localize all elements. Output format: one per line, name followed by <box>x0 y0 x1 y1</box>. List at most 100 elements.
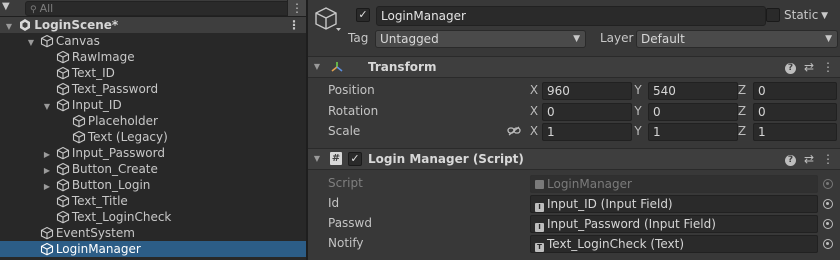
hierarchy-item-label: Text (Legacy) <box>87 130 168 144</box>
input-field-icon: I <box>535 203 544 212</box>
hierarchy-item-eventsystem[interactable]: EventSystem <box>0 225 306 241</box>
hierarchy-item-text-title[interactable]: Text_Title <box>0 193 306 209</box>
collapse-arrow-icon[interactable]: ▼ <box>312 57 322 77</box>
more-icon[interactable]: ⋮ <box>822 152 834 166</box>
layer-label: Layer <box>600 31 634 45</box>
rotation-y-axis: Y <box>634 104 642 118</box>
scale-z-input[interactable]: 1 <box>753 123 837 141</box>
gameobject-cube-icon <box>72 130 85 144</box>
gameobject-cube-icon <box>56 194 69 208</box>
gameobject-cube-icon <box>56 98 69 112</box>
scale-y-input[interactable]: 1 <box>648 123 738 141</box>
hierarchy-item-rawimage[interactable]: RawImage <box>0 49 306 65</box>
gameobject-large-icon <box>315 7 341 31</box>
id-object-field[interactable]: I Input_ID (Input Field) <box>530 195 818 213</box>
hierarchy-item-text-password[interactable]: Text_Password <box>0 81 306 97</box>
script-enabled-checkbox[interactable]: ✓ <box>348 152 362 166</box>
hierarchy-item-placeholder[interactable]: Placeholder <box>0 113 306 129</box>
position-x-input[interactable]: 960 <box>542 82 632 100</box>
position-label: Position <box>328 83 375 97</box>
gameobject-cube-icon <box>40 226 53 240</box>
hierarchy-item-loginmanager[interactable]: LoginManager <box>0 241 306 257</box>
rotation-x-input[interactable]: 0 <box>542 103 632 121</box>
script-label: Script <box>328 176 363 190</box>
position-z-axis: Z <box>737 83 747 97</box>
scale-label: Scale <box>328 124 361 138</box>
help-icon[interactable]: ? <box>784 63 796 74</box>
id-label: Id <box>328 196 340 210</box>
position-x-axis: X <box>529 83 539 97</box>
notify-object-field[interactable]: T Text_LoginCheck (Text) <box>530 235 818 253</box>
static-checkbox[interactable] <box>766 8 780 22</box>
position-z-input[interactable]: 0 <box>753 82 837 100</box>
hierarchy-item-text-logincheck[interactable]: Text_LoginCheck <box>0 209 306 225</box>
static-label: Static <box>784 8 819 22</box>
hierarchy-item-button-login[interactable]: ▶ Button_Login <box>0 177 306 193</box>
create-dropdown-icon[interactable]: ▼ <box>2 1 10 12</box>
help-icon[interactable]: ? <box>784 155 796 166</box>
component-header-icons: ? ⇄ ⋮ <box>777 149 834 169</box>
scale-y-axis: Y <box>634 124 642 138</box>
passwd-label: Passwd <box>328 216 372 230</box>
object-picker-icon[interactable] <box>823 219 833 229</box>
inspector-panel: ✓ LoginManager Static ▼ Tag Untagged ▼ La… <box>308 0 840 260</box>
static-dropdown-icon[interactable]: ▼ <box>818 8 828 24</box>
scene-row[interactable]: ▼ LoginScene* ⋮ <box>0 17 306 33</box>
rotation-y-input[interactable]: 0 <box>648 103 738 121</box>
passwd-value: Input_Password (Input Field) <box>547 217 716 231</box>
hierarchy-item-text-id[interactable]: Text_ID <box>0 65 306 81</box>
hierarchy-item-label: Text_Password <box>71 82 159 96</box>
tag-label: Tag <box>348 31 369 45</box>
hierarchy-item-label: Placeholder <box>87 114 158 128</box>
object-picker-icon[interactable] <box>823 239 833 249</box>
component-header-icons: ? ⇄ ⋮ <box>777 57 834 77</box>
gameobject-cube-icon <box>56 146 69 160</box>
gameobject-cube-icon <box>56 178 69 192</box>
passwd-object-field[interactable]: I Input_Password (Input Field) <box>530 215 818 233</box>
transform-header[interactable]: ▼ Transform ? ⇄ ⋮ <box>308 56 840 78</box>
search-icon: ⚲ <box>30 5 37 15</box>
transform-axes-icon <box>331 62 343 72</box>
scale-x-input[interactable]: 1 <box>542 123 632 141</box>
hierarchy-item-label: RawImage <box>71 50 135 64</box>
script-component-header[interactable]: ▼ # ✓ Login Manager (Script) ? ⇄ ⋮ <box>308 148 840 170</box>
hierarchy-item-label: EventSystem <box>55 226 135 240</box>
position-y-input[interactable]: 540 <box>648 82 738 100</box>
layer-value: Default <box>641 32 685 46</box>
collapse-arrow-icon[interactable]: ▼ <box>312 149 322 169</box>
hierarchy-item-canvas[interactable]: ▼ Canvas <box>0 33 306 49</box>
search-placeholder: All <box>39 2 54 15</box>
script-component-title: Login Manager (Script) <box>368 152 524 166</box>
presets-icon[interactable]: ⇄ <box>804 152 814 166</box>
tag-value: Untagged <box>380 32 439 46</box>
gameobject-cube-icon <box>56 162 69 176</box>
hierarchy-item-input-password[interactable]: ▶ Input_Password <box>0 145 306 161</box>
hierarchy-item-button-create[interactable]: ▶ Button_Create <box>0 161 306 177</box>
hierarchy-options-button[interactable]: ⋮ <box>287 0 306 16</box>
hierarchy-item-input-id[interactable]: ▼ Input_ID <box>0 97 306 113</box>
scene-menu-icon[interactable]: ⋮ <box>288 17 300 33</box>
hierarchy-panel: ▼ ⚲ All ⋮ ▼ LoginScene* ⋮ ▼ Canvas RawIma… <box>0 0 306 260</box>
script-file-icon <box>535 180 544 189</box>
notify-label: Notify <box>328 236 364 250</box>
rotation-z-axis: Z <box>737 104 747 118</box>
hierarchy-search-input[interactable]: ⚲ All <box>25 1 293 16</box>
layer-dropdown[interactable]: Default ▼ <box>636 30 838 48</box>
presets-icon[interactable]: ⇄ <box>804 60 814 74</box>
transform-title: Transform <box>368 60 437 74</box>
tag-dropdown[interactable]: Untagged ▼ <box>375 30 586 48</box>
object-picker-icon[interactable] <box>823 199 833 209</box>
object-picker-icon <box>823 179 833 189</box>
active-checkbox[interactable]: ✓ <box>356 8 370 22</box>
script-field: LoginManager <box>530 175 818 193</box>
hierarchy-item-text-legacy[interactable]: Text (Legacy) <box>0 129 306 145</box>
object-name-input[interactable]: LoginManager <box>376 6 766 26</box>
rotation-z-input[interactable]: 0 <box>753 103 837 121</box>
constrain-proportions-icon[interactable] <box>507 126 521 136</box>
position-y-axis: Y <box>634 83 642 97</box>
hierarchy-item-label: Button_Create <box>71 162 158 176</box>
hierarchy-item-label: Input_Password <box>71 146 165 160</box>
gameobject-cube-icon <box>40 242 53 256</box>
hierarchy-item-label: Text_ID <box>71 66 115 80</box>
more-icon[interactable]: ⋮ <box>822 60 834 74</box>
